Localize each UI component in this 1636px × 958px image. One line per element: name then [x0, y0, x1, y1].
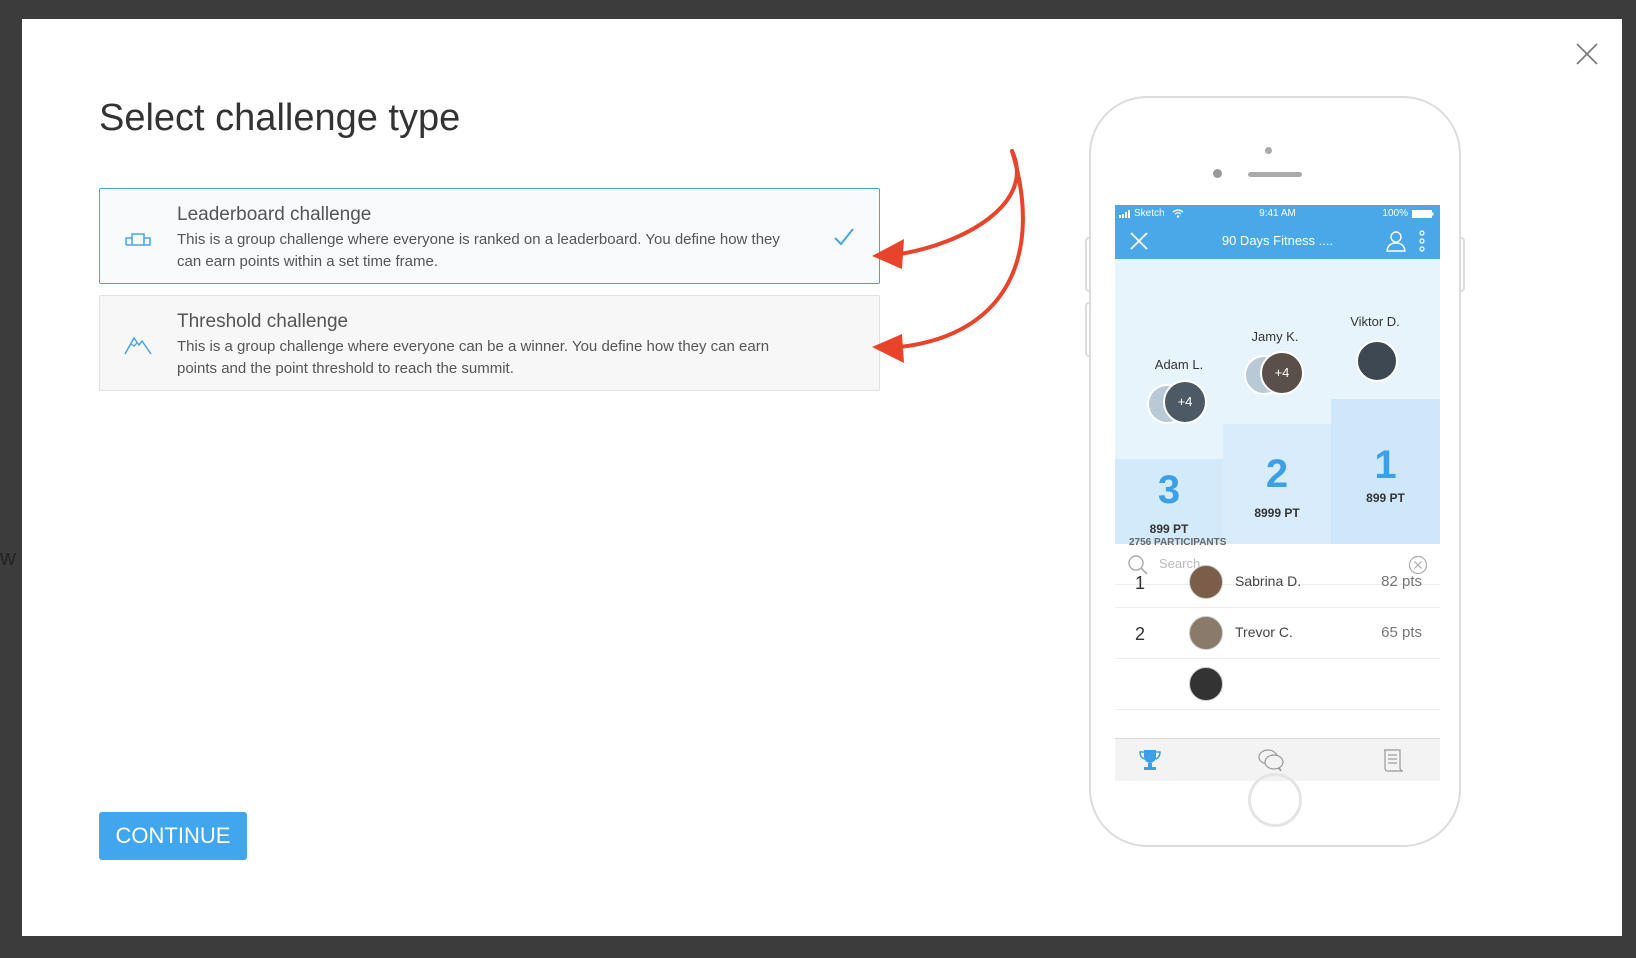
row-rank: 2: [1135, 624, 1146, 644]
podium-points-1: 899 PT: [1366, 491, 1405, 505]
close-icon[interactable]: [1572, 39, 1602, 69]
avatar: [1189, 565, 1223, 599]
row-points: 65 pts: [1381, 624, 1422, 641]
avatar: [1189, 667, 1223, 701]
app-nav-bar: 90 Days Fitness ....: [1115, 223, 1440, 259]
podium-name-3: Adam L.: [1154, 357, 1204, 372]
avatar-group-badge: +4: [1260, 351, 1304, 395]
row-name: Sabrina D.: [1235, 573, 1302, 589]
option-title: Leaderboard challenge: [177, 204, 372, 225]
podium-area: 3 899 PT 2 8999 PT 1 899 PT Adam L. Jamy…: [1115, 259, 1440, 544]
podium-place-2: 2: [1265, 452, 1289, 496]
list-item[interactable]: 1 Sabrina D. 82 pts: [1115, 557, 1440, 608]
podium-place-1: 1: [1374, 443, 1397, 487]
podium-name-2: Jamy K.: [1251, 329, 1299, 344]
annotation-arrows: [872, 149, 1025, 363]
avatar: [1189, 616, 1223, 650]
participants-count: 2756 PARTICIPANTS: [1129, 537, 1227, 548]
avatar: [1356, 340, 1398, 382]
row-points: 82 pts: [1381, 573, 1422, 590]
continue-button[interactable]: CONTINUE: [99, 812, 247, 860]
scroll-icon[interactable]: [1380, 748, 1406, 772]
more-icon[interactable]: [1418, 230, 1426, 252]
option-threshold-challenge[interactable]: Threshold challenge This is a group chal…: [99, 295, 880, 391]
battery-icon: [1412, 210, 1434, 218]
podium-icon: [125, 233, 151, 246]
option-title: Threshold challenge: [177, 311, 349, 332]
avatar-group-badge: +4: [1163, 380, 1207, 424]
phone-home-button: [1248, 773, 1302, 827]
list-item[interactable]: [1115, 659, 1440, 710]
phone-screen: Sketch 9:41 AM 100% 90 Days Fitness ....…: [1115, 205, 1440, 781]
option-description: This is a group challenge where everyone…: [177, 338, 770, 377]
battery-percent: 100%: [1382, 208, 1408, 219]
checkmark-icon: [834, 228, 854, 246]
chat-icon[interactable]: [1258, 748, 1284, 772]
podium-name-1: Viktor D.: [1350, 314, 1400, 329]
user-icon[interactable]: [1386, 230, 1406, 252]
row-rank: 1: [1135, 573, 1146, 593]
mountain-icon: [124, 336, 152, 355]
podium-points-3: 899 PT: [1149, 522, 1189, 536]
phone-preview: Sketch 9:41 AM 100% 90 Days Fitness ....…: [1089, 96, 1461, 847]
trophy-icon[interactable]: [1137, 748, 1163, 772]
status-bar: Sketch 9:41 AM 100%: [1115, 205, 1440, 223]
leaderboard-list: 1 Sabrina D. 82 pts 2 Trevor C. 65 pts: [1115, 557, 1440, 710]
page-title: Select challenge type: [99, 97, 461, 139]
challenge-type-modal: Select challenge type Leaderboard challe…: [22, 19, 1622, 936]
background-text-fragment: w: [0, 545, 16, 570]
option-leaderboard-challenge[interactable]: Leaderboard challenge This is a group ch…: [99, 188, 880, 284]
phone-speaker: [1248, 172, 1302, 177]
phone-camera: [1265, 147, 1272, 154]
option-description: This is a group challenge where everyone…: [177, 231, 780, 270]
phone-sensor: [1213, 169, 1222, 178]
row-name: Trevor C.: [1235, 624, 1293, 640]
podium-place-3: 3: [1157, 468, 1181, 512]
podium-points-2: 8999 PT: [1254, 506, 1300, 520]
list-item[interactable]: 2 Trevor C. 65 pts: [1115, 608, 1440, 659]
